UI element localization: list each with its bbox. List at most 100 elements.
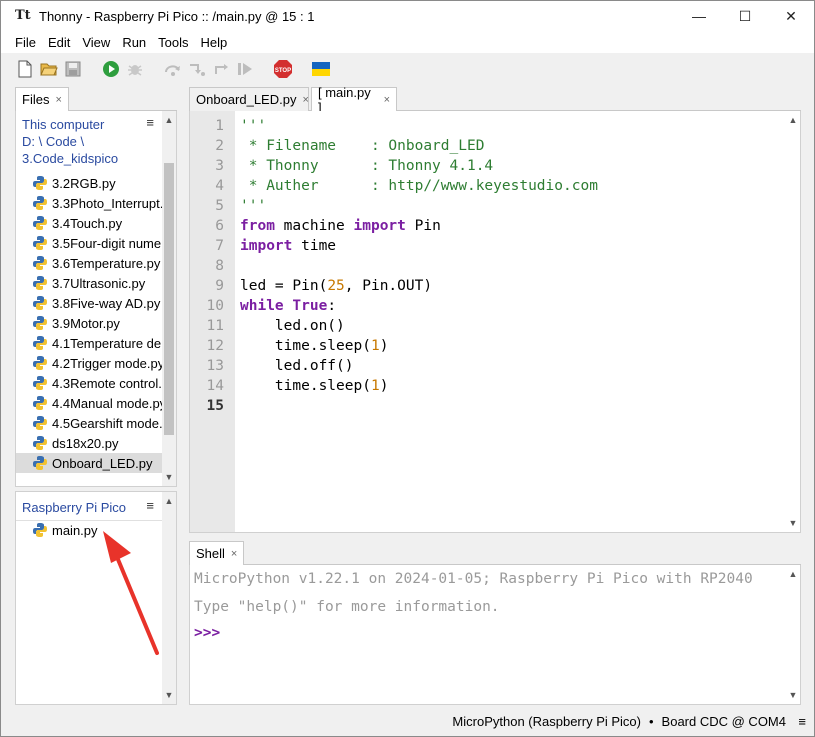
status-separator: • <box>648 713 654 729</box>
shell-scrollbar[interactable]: ▲ ▼ <box>786 565 800 704</box>
file-item[interactable]: 3.4Touch.py <box>16 213 164 233</box>
tab-shell[interactable]: Shell × <box>189 541 245 565</box>
status-bar: MicroPython (Raspberry Pi Pico) • Board … <box>1 707 814 735</box>
code-token: ) <box>379 378 389 394</box>
code-line[interactable]: * Auther : http//www.keyestudio.com <box>240 176 784 196</box>
python-file-icon <box>33 276 47 290</box>
python-file-icon <box>33 456 47 470</box>
menu-help[interactable]: Help <box>195 35 234 50</box>
step-out-icon[interactable] <box>211 59 231 79</box>
menu-run[interactable]: Run <box>116 35 152 50</box>
shell-prompt[interactable]: >>> <box>194 625 220 641</box>
device-title[interactable]: Raspberry Pi Pico <box>22 500 126 515</box>
tab-files[interactable]: Files × <box>15 87 69 111</box>
file-item[interactable]: Onboard_LED.py <box>16 453 164 473</box>
close-icon[interactable]: × <box>302 94 308 106</box>
file-item[interactable]: 3.7Ultrasonic.py <box>16 273 164 293</box>
file-item[interactable]: 3.5Four-digit nume <box>16 233 164 253</box>
close-window-button[interactable]: ✕ <box>768 1 814 31</box>
python-file-icon <box>33 196 47 210</box>
thonny-window: Tt Thonny - Raspberry Pi Pico :: /main.p… <box>0 0 815 737</box>
shell-console[interactable]: MicroPython v1.22.1 on 2024-01-05; Raspb… <box>189 565 801 705</box>
status-menu-icon[interactable]: ≡ <box>798 714 806 729</box>
new-file-icon[interactable] <box>15 59 35 79</box>
code-line[interactable]: led = Pin(25, Pin.OUT) <box>240 276 784 296</box>
code-token: time <box>292 238 337 254</box>
scroll-down-icon[interactable]: ▼ <box>786 516 800 530</box>
file-item[interactable]: 3.9Motor.py <box>16 313 164 333</box>
code-line[interactable] <box>240 256 784 276</box>
code-line[interactable] <box>240 396 784 416</box>
code-line[interactable]: while True: <box>240 296 784 316</box>
scroll-down-icon[interactable]: ▼ <box>162 470 176 484</box>
interpreter-selector[interactable]: MicroPython (Raspberry Pi Pico) <box>452 714 641 729</box>
maximize-button[interactable]: ☐ <box>722 1 768 31</box>
minimize-button[interactable]: — <box>676 1 722 31</box>
open-file-icon[interactable] <box>39 59 59 79</box>
file-item[interactable]: 4.5Gearshift mode. <box>16 413 164 433</box>
scrollbar-thumb[interactable] <box>164 163 174 435</box>
path-segment-drive[interactable]: D: \ Code \ <box>22 134 84 149</box>
code-line[interactable]: ''' <box>240 116 784 136</box>
run-icon[interactable] <box>101 59 121 79</box>
path-segment-folder[interactable]: 3.Code_kidspico <box>22 151 118 166</box>
editor-scrollbar[interactable]: ▲ ▼ <box>786 111 800 532</box>
resume-icon[interactable] <box>235 59 255 79</box>
menu-file[interactable]: File <box>9 35 42 50</box>
menu-tools[interactable]: Tools <box>152 35 194 50</box>
file-item[interactable]: 3.8Five-way AD.py <box>16 293 164 313</box>
close-icon[interactable]: × <box>231 548 237 560</box>
code-line[interactable]: * Thonny : Thonny 4.1.4 <box>240 156 784 176</box>
python-file-icon <box>33 216 47 230</box>
code-line[interactable]: time.sleep(1) <box>240 376 784 396</box>
code-token: while <box>240 298 284 314</box>
stop-label: STOP <box>275 68 291 74</box>
code-line[interactable]: ''' <box>240 196 784 216</box>
menu-edit[interactable]: Edit <box>42 35 76 50</box>
file-item-label: 4.4Manual mode.py <box>52 395 164 411</box>
file-item[interactable]: 3.2RGB.py <box>16 173 164 193</box>
file-item[interactable]: 3.6Temperature.py <box>16 253 164 273</box>
scroll-up-icon[interactable]: ▲ <box>162 113 176 127</box>
step-into-icon[interactable] <box>187 59 207 79</box>
scroll-up-icon[interactable]: ▲ <box>786 567 800 581</box>
scroll-up-icon[interactable]: ▲ <box>162 494 176 508</box>
code-line[interactable]: led.on() <box>240 316 784 336</box>
device-scrollbar[interactable]: ▲ ▼ <box>162 492 176 704</box>
code-token: led.off() <box>240 358 354 374</box>
file-item[interactable]: 4.3Remote control. <box>16 373 164 393</box>
code-line[interactable]: time.sleep(1) <box>240 336 784 356</box>
close-icon[interactable]: × <box>55 94 61 106</box>
files-menu-icon[interactable]: ≡ <box>146 115 154 130</box>
file-item[interactable]: 4.2Trigger mode.py <box>16 353 164 373</box>
scroll-down-icon[interactable]: ▼ <box>786 688 800 702</box>
debug-icon[interactable] <box>125 59 145 79</box>
line-number: 5 <box>215 198 224 214</box>
files-scrollbar[interactable]: ▲ ▼ <box>162 111 176 486</box>
file-item[interactable]: 3.3Photo_Interrupt. <box>16 193 164 213</box>
scroll-down-icon[interactable]: ▼ <box>162 688 176 702</box>
code-line[interactable]: import time <box>240 236 784 256</box>
code-editor[interactable]: 1 2 3 4 5 6 7 8 9 10 11 12 13 14 15 ''' * Filename : O… <box>189 111 801 533</box>
tab-main[interactable]: [ main.py ] × <box>311 85 397 115</box>
close-icon[interactable]: × <box>384 94 390 106</box>
file-item[interactable]: ds18x20.py <box>16 433 164 453</box>
menu-view[interactable]: View <box>76 35 116 50</box>
code-line[interactable]: from machine import Pin <box>240 216 784 236</box>
code-token: ''' <box>240 198 267 214</box>
file-item[interactable]: 4.4Manual mode.py <box>16 393 164 413</box>
tab-onboard-led[interactable]: Onboard_LED.py × <box>189 87 309 111</box>
port-selector[interactable]: Board CDC @ COM4 <box>662 714 786 729</box>
line-number: 9 <box>215 278 224 294</box>
step-over-icon[interactable] <box>163 59 183 79</box>
stop-icon[interactable]: STOP <box>273 59 293 79</box>
save-icon[interactable] <box>63 59 83 79</box>
code-line[interactable]: led.off() <box>240 356 784 376</box>
file-item[interactable]: 4.1Temperature de <box>16 333 164 353</box>
scroll-up-icon[interactable]: ▲ <box>786 113 800 127</box>
this-computer-link[interactable]: This computer <box>22 117 104 132</box>
code-line[interactable]: * Filename : Onboard_LED <box>240 136 784 156</box>
device-menu-icon[interactable]: ≡ <box>146 498 154 513</box>
code-area[interactable]: ''' * Filename : Onboard_LED * Thonny : … <box>240 116 784 416</box>
python-file-icon <box>33 176 47 190</box>
